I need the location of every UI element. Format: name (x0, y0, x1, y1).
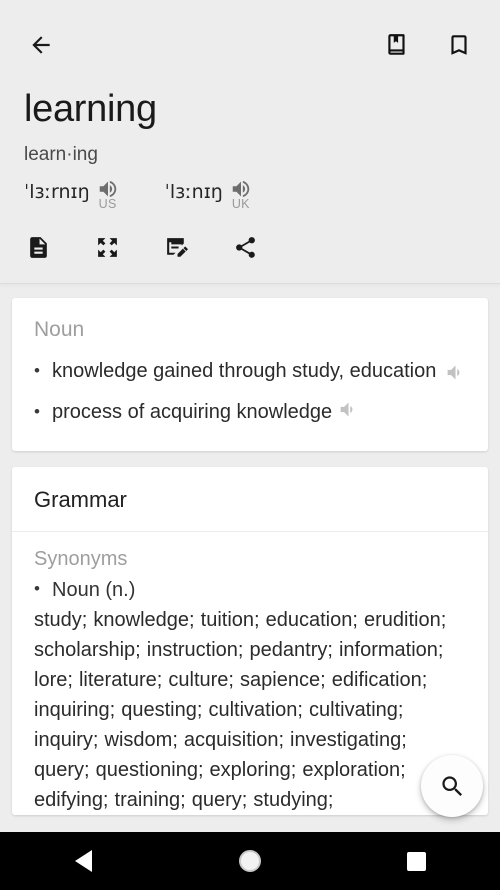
definition-speaker-button[interactable] (445, 362, 466, 388)
nav-home-icon (238, 850, 261, 872)
search-fab[interactable] (421, 755, 483, 817)
action-icon-row (24, 233, 476, 283)
bullet-marker: • (34, 579, 40, 598)
fullscreen-button[interactable] (93, 233, 121, 261)
definition-text: process of acquiring knowledge (52, 398, 466, 428)
nav-recents-button[interactable] (387, 832, 447, 890)
bullet-marker: • (34, 361, 40, 380)
android-navigation-bar (0, 832, 500, 890)
nav-home-button[interactable] (220, 832, 280, 890)
article-button[interactable] (24, 233, 52, 261)
definition-list: • knowledge gained through study, educat… (34, 352, 466, 433)
fullscreen-icon (97, 237, 117, 257)
ipa-uk: ˈlɜːnɪŋ (164, 181, 223, 203)
grammar-card: Grammar Synonyms • Noun (n.) study; know… (12, 467, 488, 815)
library-button[interactable] (380, 28, 414, 62)
speaker-us-wrap[interactable]: US (97, 178, 119, 211)
definition-text-value: process of acquiring knowledge (52, 401, 333, 423)
pronunciation-row: ˈlɜːrnɪŋ US ˈlɜːnɪŋ UK (24, 180, 476, 211)
syllable-breakdown: learn·ing (24, 144, 98, 165)
synonym-part-of-speech: Noun (n.) (52, 579, 136, 601)
locale-uk: UK (231, 197, 250, 211)
speaker-icon (447, 365, 460, 380)
article-icon (29, 236, 47, 258)
search-icon (441, 775, 462, 796)
list-item: • knowledge gained through study, educat… (34, 352, 466, 393)
edit-note-button[interactable] (162, 233, 190, 261)
speaker-uk-wrap[interactable]: UK (230, 178, 252, 211)
nav-recents-icon (407, 851, 427, 871)
part-of-speech-label: Noun (34, 318, 85, 341)
definition-speaker-button[interactable] (338, 399, 359, 428)
bookmark-outline-icon (451, 35, 467, 55)
definition-card: Noun • knowledge gained through study, e… (12, 298, 488, 451)
share-icon (235, 236, 255, 258)
synonym-words: study; knowledge; tuition; education; er… (34, 609, 447, 811)
pronunciation-uk[interactable]: ˈlɜːnɪŋ UK (165, 180, 252, 211)
back-button[interactable] (24, 28, 58, 62)
arrow-left-icon (32, 36, 50, 54)
locale-us: US (98, 197, 117, 211)
bullet-marker: • (34, 402, 40, 421)
grammar-title: Grammar (34, 487, 127, 512)
speaker-icon (340, 402, 353, 417)
grammar-card-header: Grammar (12, 467, 488, 532)
list-item: • Noun (n.) (34, 575, 466, 605)
ipa-us: ˈlɜːrnɪŋ (24, 181, 90, 203)
word-header: learning learn·ing ˈlɜːrnɪŋ US ˈlɜːnɪŋ U… (0, 0, 500, 283)
top-bar-actions (380, 28, 476, 62)
book-bookmark-icon (388, 34, 405, 55)
edit-note-icon (166, 237, 188, 257)
app-screen: learning learn·ing ˈlɜːrnɪŋ US ˈlɜːnɪŋ U… (0, 0, 500, 890)
pronunciation-us[interactable]: ˈlɜːrnɪŋ US (24, 180, 119, 211)
synonyms-label: Synonyms (34, 548, 128, 570)
share-button[interactable] (231, 233, 259, 261)
definition-text: knowledge gained through study, educatio… (52, 360, 437, 382)
bookmark-button[interactable] (442, 28, 476, 62)
scroll-content[interactable]: Noun • knowledge gained through study, e… (0, 284, 500, 832)
page-title: learning (24, 88, 157, 130)
nav-back-button[interactable] (53, 832, 113, 890)
synonyms-block: • Noun (n.) study; knowledge; tuition; e… (12, 575, 488, 815)
list-item: • process of acquiring knowledge (34, 393, 466, 433)
top-app-bar (24, 0, 476, 90)
nav-back-icon (74, 850, 92, 872)
